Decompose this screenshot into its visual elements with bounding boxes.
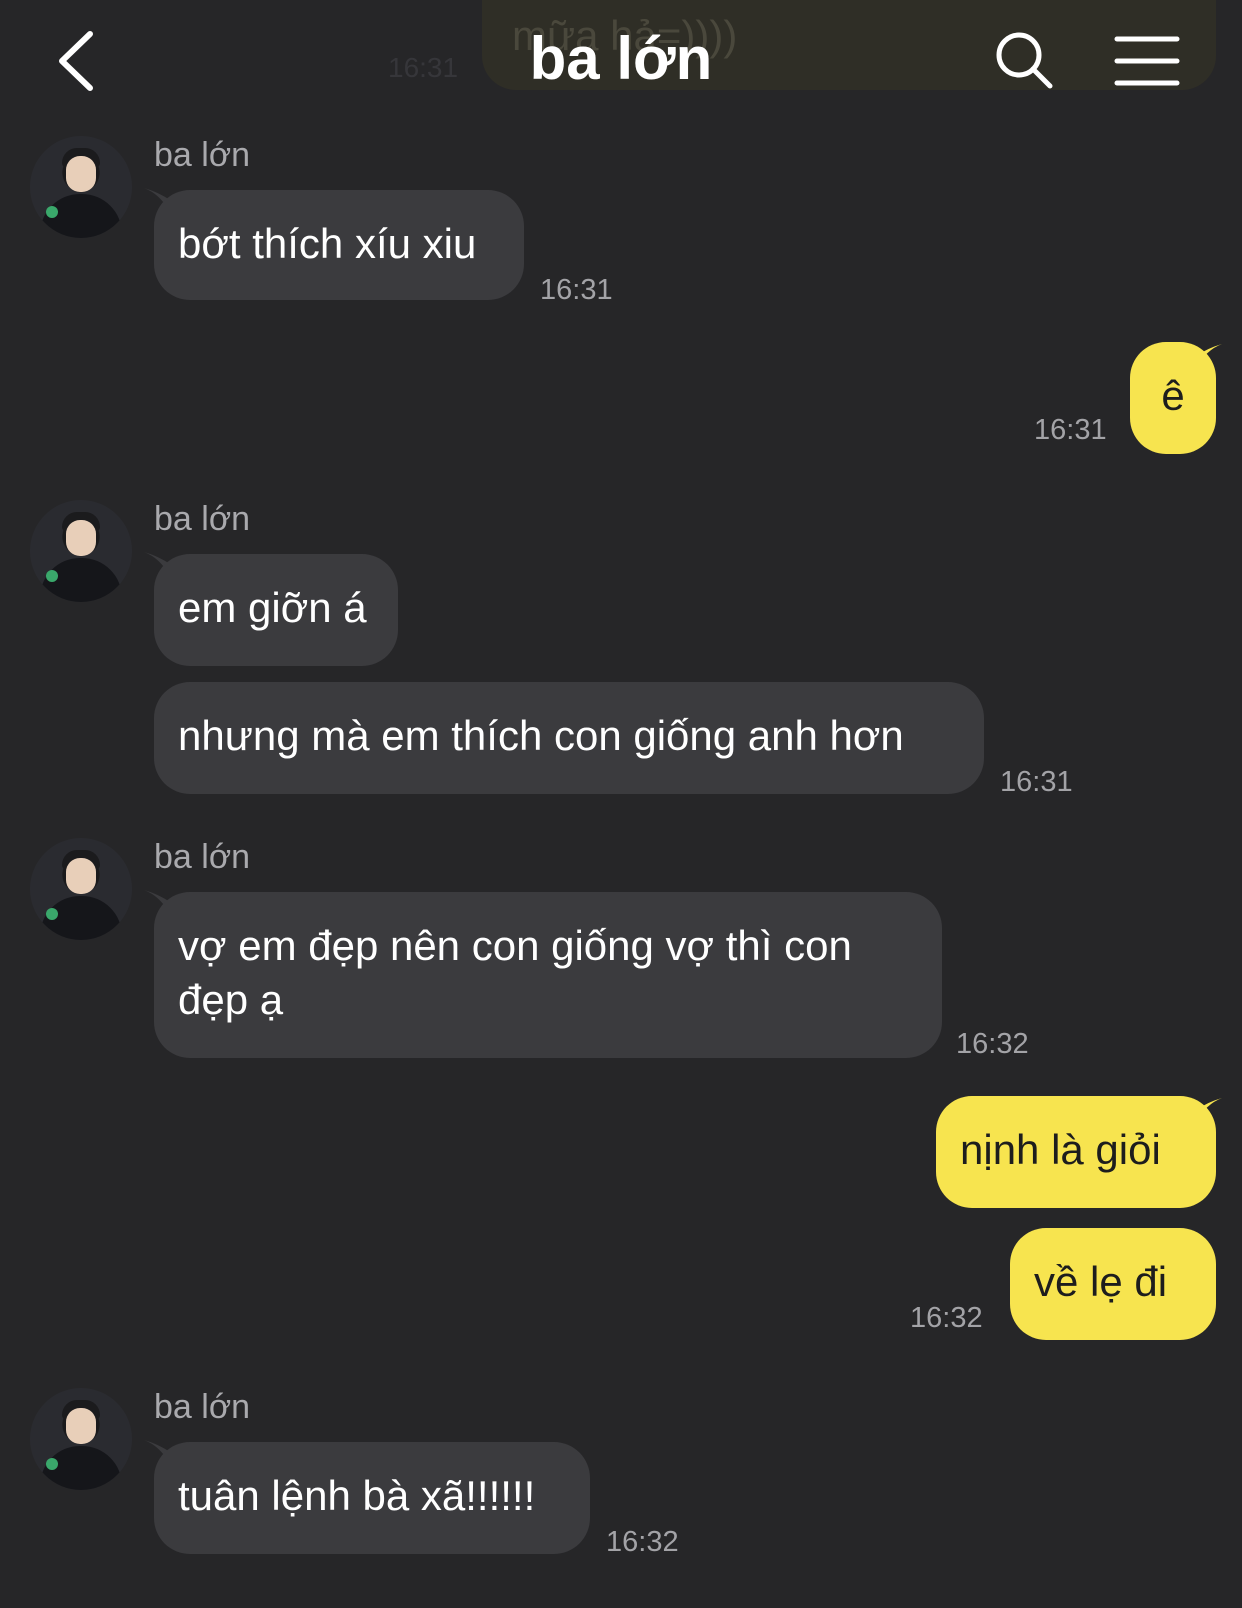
message-bubble-incoming[interactable]: em giỡn á xyxy=(154,554,398,666)
message-bubble-incoming[interactable]: tuân lệnh bà xã!!!!!! xyxy=(154,1442,590,1554)
sender-avatar[interactable] xyxy=(30,838,132,940)
bubble-tail xyxy=(1196,1098,1222,1122)
message-bubble-incoming[interactable]: nhưng mà em thích con giống anh hơn xyxy=(154,682,984,794)
message-bubble-incoming[interactable]: vợ em đẹp nên con giống vợ thì con đẹp ạ xyxy=(154,892,942,1058)
bubble-tail xyxy=(1196,344,1222,368)
sender-name: ba lớn xyxy=(154,838,251,876)
message-time: 16:31 xyxy=(1000,766,1073,798)
sender-avatar[interactable] xyxy=(30,1388,132,1490)
message-time: 16:31 xyxy=(1034,414,1107,446)
message-bubble-incoming[interactable]: bớt thích xíu xiu xyxy=(154,190,524,300)
message-bubble-outgoing[interactable]: nịnh là giỏi xyxy=(936,1096,1216,1208)
sender-name: ba lớn xyxy=(154,136,251,174)
search-button[interactable] xyxy=(994,30,1054,90)
sender-name: ba lớn xyxy=(154,500,251,538)
sender-avatar[interactable] xyxy=(30,136,132,238)
message-time: 16:32 xyxy=(910,1302,983,1334)
message-bubble-outgoing[interactable]: về lẹ đi xyxy=(1010,1228,1216,1340)
search-icon xyxy=(996,32,1053,89)
sender-name: ba lớn xyxy=(154,1388,251,1426)
sender-avatar[interactable] xyxy=(30,500,132,602)
message-time: 16:32 xyxy=(956,1028,1029,1060)
message-time: 16:31 xyxy=(540,274,613,306)
hamburger-menu-icon xyxy=(1114,36,1180,86)
menu-button[interactable] xyxy=(1114,34,1180,88)
chat-title: ba lớn xyxy=(529,25,713,92)
message-time: 16:32 xyxy=(606,1526,679,1558)
